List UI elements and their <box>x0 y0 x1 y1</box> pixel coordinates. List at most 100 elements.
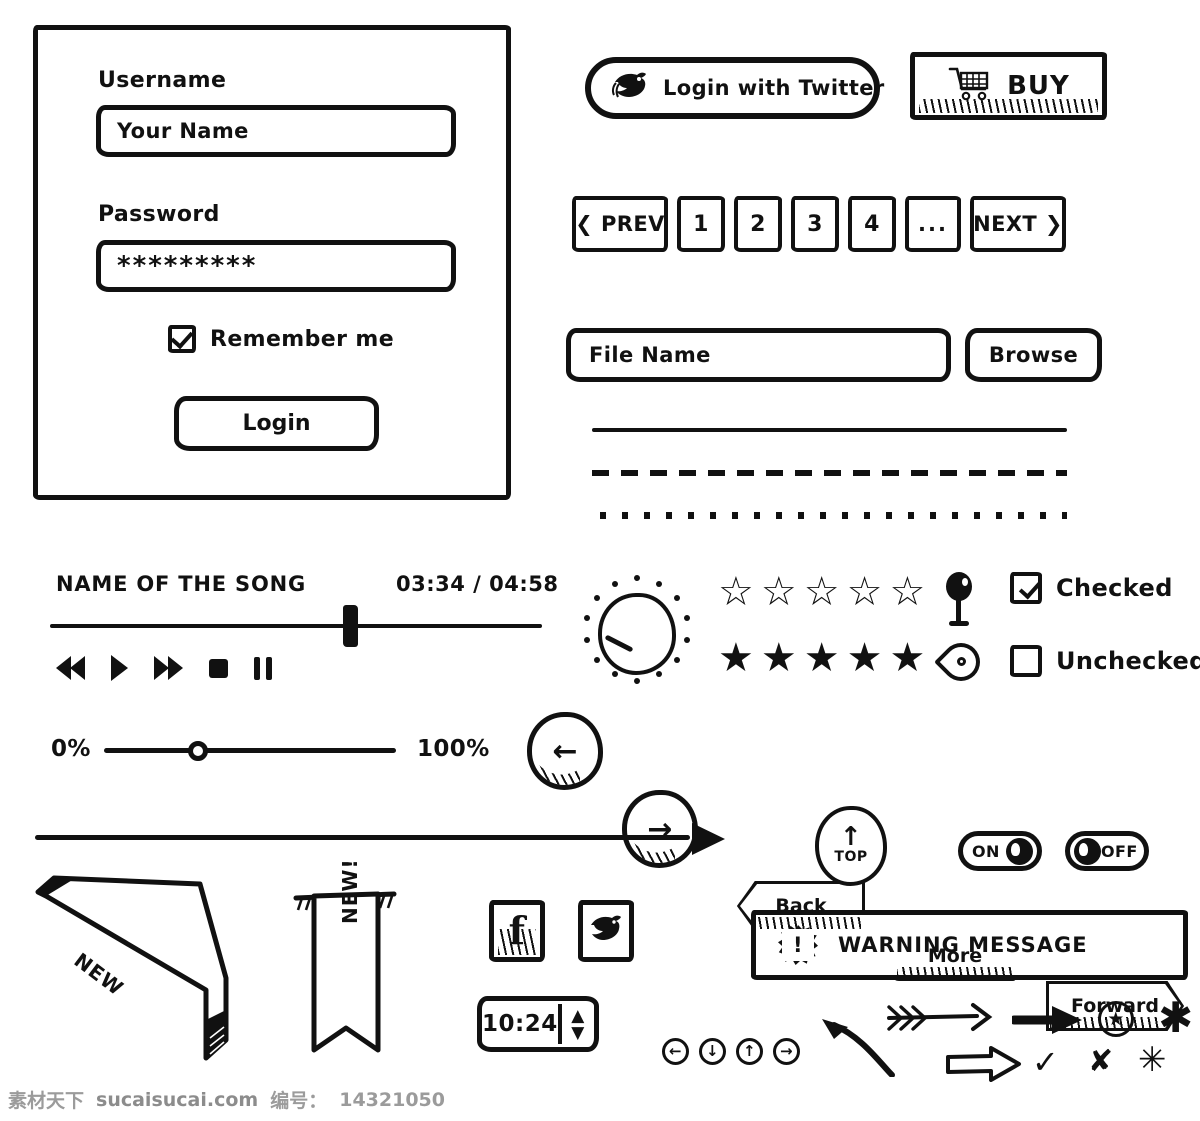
back-button-label: Back <box>775 895 827 917</box>
checkbox-unchecked[interactable] <box>1010 645 1042 677</box>
password-input[interactable]: ********* <box>96 240 456 292</box>
checked-label: Checked <box>1056 574 1173 602</box>
remember-me-row[interactable]: Remember me <box>168 325 394 353</box>
toggle-on-knob[interactable] <box>1006 837 1033 865</box>
twitter-bird-icon <box>609 68 653 108</box>
arrow-up-icon: ↑ <box>839 822 863 852</box>
rewind-icon[interactable] <box>56 656 85 680</box>
star-full[interactable]: ★ <box>889 638 925 678</box>
arrow-down-circle-icon[interactable]: ↓ <box>699 1038 726 1065</box>
buy-button[interactable]: BUY <box>910 52 1107 120</box>
toggle-off-label: OFF <box>1101 841 1138 861</box>
dotted-divider <box>600 512 1067 519</box>
twitter-bird-icon <box>587 912 625 950</box>
pagination: ❮ PREV 1 2 3 4 ... NEXT ❯ <box>572 196 1066 252</box>
asterisk-icon: ✱ <box>1158 993 1194 1042</box>
arrow-left-icon: ← <box>552 733 578 769</box>
banner-ribbon-new: NEW! <box>290 858 400 1072</box>
fast-forward-icon[interactable] <box>154 656 183 680</box>
time-stepper-value: 10:24 <box>482 1011 558 1037</box>
password-label: Password <box>98 202 220 227</box>
pause-icon[interactable] <box>254 656 272 680</box>
star-full[interactable]: ★ <box>804 638 840 678</box>
corner-ribbon-new: NEW <box>30 870 240 1065</box>
banner-ribbon-label: NEW! <box>338 858 362 924</box>
star-empty[interactable]: ☆ <box>718 572 754 612</box>
footer-id-value: 14321050 <box>339 1088 445 1111</box>
checkbox-checked[interactable] <box>1010 572 1042 604</box>
slider-track[interactable] <box>104 748 396 753</box>
time-stepper[interactable]: 10:24 ▲ ▼ <box>477 996 599 1052</box>
slider-handle[interactable] <box>188 741 208 761</box>
star-full[interactable]: ★ <box>718 638 754 678</box>
cross-icon: ✘ <box>1088 1044 1114 1079</box>
remember-me-checkbox[interactable] <box>168 325 196 353</box>
progress-track[interactable] <box>50 624 542 628</box>
asterisk-icon: ✳ <box>1138 1040 1167 1080</box>
browse-button[interactable]: Browse <box>965 328 1102 382</box>
star-empty[interactable]: ☆ <box>847 572 883 612</box>
arrow-right-circle-icon[interactable]: → <box>773 1038 800 1065</box>
ui-kit-canvas: Username Your Name Password ********* Re… <box>0 0 1200 1121</box>
star-full[interactable]: ★ <box>761 638 797 678</box>
buy-label: BUY <box>1007 71 1070 101</box>
time-stepper-arrows: ▲ ▼ <box>562 1007 594 1041</box>
unchecked-label: Unchecked <box>1056 647 1200 675</box>
transport-controls <box>56 655 272 681</box>
progress-handle[interactable] <box>343 605 358 647</box>
rotary-knob[interactable] <box>578 575 698 690</box>
login-with-twitter-button[interactable]: Login with Twitter <box>585 57 884 119</box>
footer-watermark: 素材天下 sucaisucai.com 编号： 14321050 <box>8 1086 445 1113</box>
username-label: Username <box>98 68 227 93</box>
outline-arrow-icon <box>945 1046 1023 1082</box>
pagination-next[interactable]: NEXT ❯ <box>970 196 1066 252</box>
buy-button-shading <box>919 99 1098 113</box>
chevron-down-icon[interactable]: ▼ <box>571 1024 584 1041</box>
filename-value: File Name <box>589 343 711 367</box>
pagination-page-3[interactable]: 3 <box>791 196 839 252</box>
rating-stars-full[interactable]: ★ ★ ★ ★ ★ <box>718 638 925 678</box>
username-input[interactable]: Your Name <box>96 105 456 157</box>
twitter-login-label: Login with Twitter <box>663 76 885 100</box>
rating-stars-empty[interactable]: ☆ ☆ ☆ ☆ ☆ <box>718 572 925 612</box>
star-empty[interactable]: ☆ <box>804 572 840 612</box>
login-button-label: Login <box>242 411 311 436</box>
facebook-icon-button[interactable]: f <box>489 900 545 962</box>
dashed-divider <box>592 470 1067 476</box>
footer-site: sucaisucai.com <box>96 1088 259 1111</box>
arrow-right-icon: → <box>647 811 673 847</box>
toggle-on[interactable]: ON <box>958 831 1042 871</box>
long-right-arrow-icon <box>35 823 725 855</box>
map-pin-filled-icon <box>944 572 978 628</box>
stop-icon[interactable] <box>209 658 228 678</box>
knob-dial <box>598 593 676 675</box>
unchecked-row[interactable]: Unchecked <box>1010 645 1200 677</box>
back-button[interactable]: Back <box>737 881 865 931</box>
pagination-page-4[interactable]: 4 <box>848 196 896 252</box>
star-empty[interactable]: ☆ <box>889 572 925 612</box>
filename-input[interactable]: File Name <box>566 328 951 382</box>
top-label: TOP <box>834 849 868 865</box>
chevron-up-icon[interactable]: ▲ <box>571 1007 584 1024</box>
toggle-off-knob[interactable] <box>1074 837 1101 865</box>
footer-brand: 素材天下 <box>8 1090 85 1112</box>
warning-exclamation: ! <box>793 933 803 957</box>
toggle-on-label: ON <box>972 841 1000 861</box>
login-button[interactable]: Login <box>174 396 379 451</box>
back-to-top-button[interactable]: ↑ TOP <box>815 806 887 886</box>
check-icon: ✓ <box>1032 1043 1060 1081</box>
play-icon[interactable] <box>111 655 128 681</box>
pagination-page-2[interactable]: 2 <box>734 196 782 252</box>
twitter-icon-button[interactable] <box>578 900 634 962</box>
checked-row[interactable]: Checked <box>1010 572 1173 604</box>
song-title: NAME OF THE SONG <box>56 572 307 596</box>
pagination-prev[interactable]: ❮ PREV <box>572 196 668 252</box>
circle-back-button[interactable]: ← <box>527 712 603 790</box>
star-empty[interactable]: ☆ <box>761 572 797 612</box>
song-time: 03:34 / 04:58 <box>396 572 559 596</box>
toggle-off[interactable]: OFF <box>1065 831 1149 871</box>
star-full[interactable]: ★ <box>847 638 883 678</box>
arrow-up-circle-icon[interactable]: ↑ <box>736 1038 763 1065</box>
arrow-left-circle-icon[interactable]: ← <box>662 1038 689 1065</box>
pagination-page-1[interactable]: 1 <box>677 196 725 252</box>
